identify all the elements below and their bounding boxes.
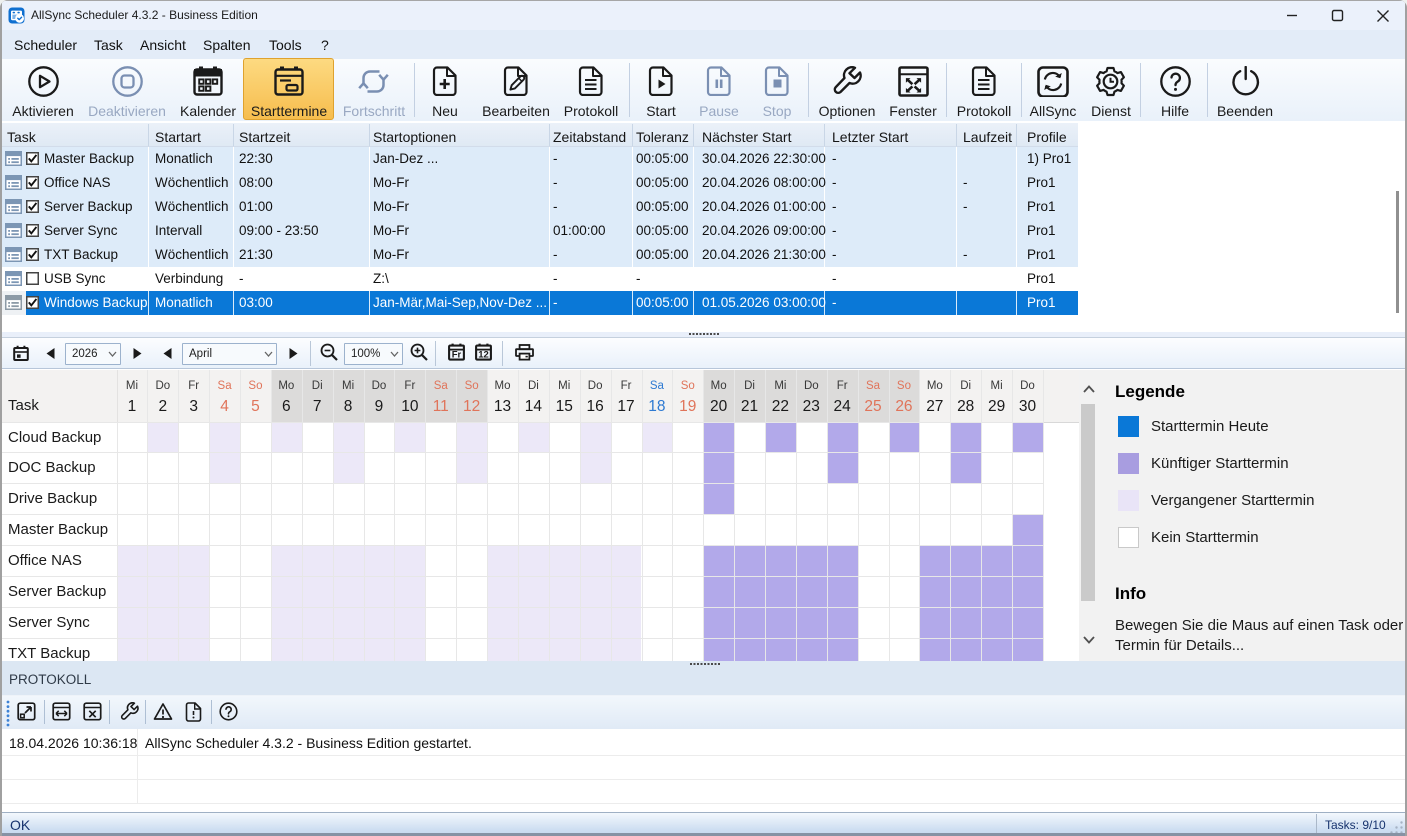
svg-text:Fr: Fr xyxy=(452,350,462,361)
svg-text:12: 12 xyxy=(478,350,489,361)
